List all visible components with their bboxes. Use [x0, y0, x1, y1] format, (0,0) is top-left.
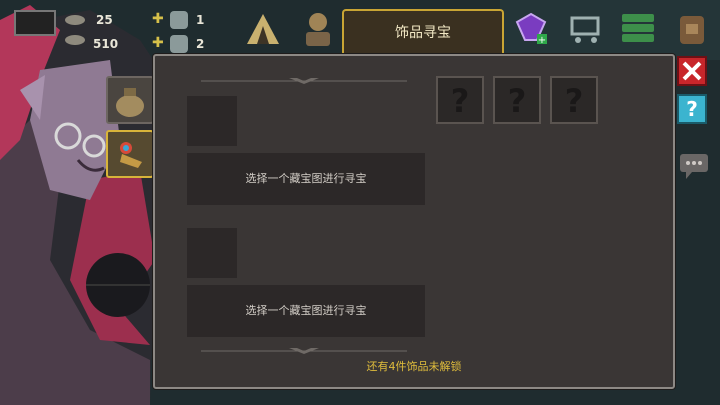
question-mark-icon: ?: [451, 82, 470, 120]
resource-count-top: 25: [96, 13, 113, 27]
resource-count-bottom: 510: [93, 37, 119, 51]
hud-portrait-frame[interactable]: [14, 10, 56, 36]
camp-tent-icon[interactable]: [243, 10, 283, 48]
bird-trinket-icon[interactable]: [106, 130, 154, 178]
shop-cart-icon[interactable]: [566, 10, 604, 46]
treasure-hunt-panel: 选择一个藏宝图进行寻宝 选择一个藏宝图进行寻宝 ? ? ? 还有4件饰品未解锁: [153, 54, 675, 389]
item-count-top: 1: [196, 13, 205, 27]
potion-bag-icon: [170, 11, 188, 29]
treasure-map-slot-1[interactable]: [187, 96, 237, 146]
list-menu-icon[interactable]: [620, 10, 656, 46]
close-icon[interactable]: [677, 56, 707, 86]
question-mark-icon: ?: [565, 82, 584, 120]
select-map-button-2[interactable]: 选择一个藏宝图进行寻宝: [187, 285, 425, 337]
locked-accessories-text: 还有4件饰品未解锁: [366, 360, 462, 373]
select-map-button-1[interactable]: 选择一个藏宝图进行寻宝: [187, 153, 425, 205]
unknown-accessory-slot-1[interactable]: ?: [436, 76, 484, 124]
chat-icon[interactable]: [678, 152, 710, 180]
gem-add-icon[interactable]: +: [513, 10, 549, 46]
svg-text:+: +: [538, 35, 546, 46]
help-icon[interactable]: ?: [677, 94, 707, 124]
coin-stack-icon: [63, 10, 87, 50]
tab-accessory-treasure-hunt[interactable]: 饰品寻宝: [342, 9, 504, 55]
question-mark-icon: ?: [508, 82, 527, 120]
unknown-accessory-slot-3[interactable]: ?: [550, 76, 598, 124]
potion-bag-icon: [170, 35, 188, 53]
item-count-bottom: 2: [196, 37, 205, 51]
ornament-divider-bottom: [201, 348, 407, 354]
sack-icon[interactable]: [106, 76, 154, 124]
treasure-map-slot-2[interactable]: [187, 228, 237, 278]
game-scene: 25 510 ✚ ✚ 1 2 饰品寻宝 + ? 选择一个藏宝图进行寻宝 选择一个…: [0, 0, 720, 405]
backpack-icon[interactable]: [676, 10, 708, 46]
add-plus-icon[interactable]: ✚: [152, 35, 164, 51]
character-portrait-icon[interactable]: [300, 10, 336, 48]
ornament-divider-top: [201, 78, 407, 84]
unknown-accessory-slot-2[interactable]: ?: [493, 76, 541, 124]
add-plus-icon[interactable]: ✚: [152, 11, 164, 27]
